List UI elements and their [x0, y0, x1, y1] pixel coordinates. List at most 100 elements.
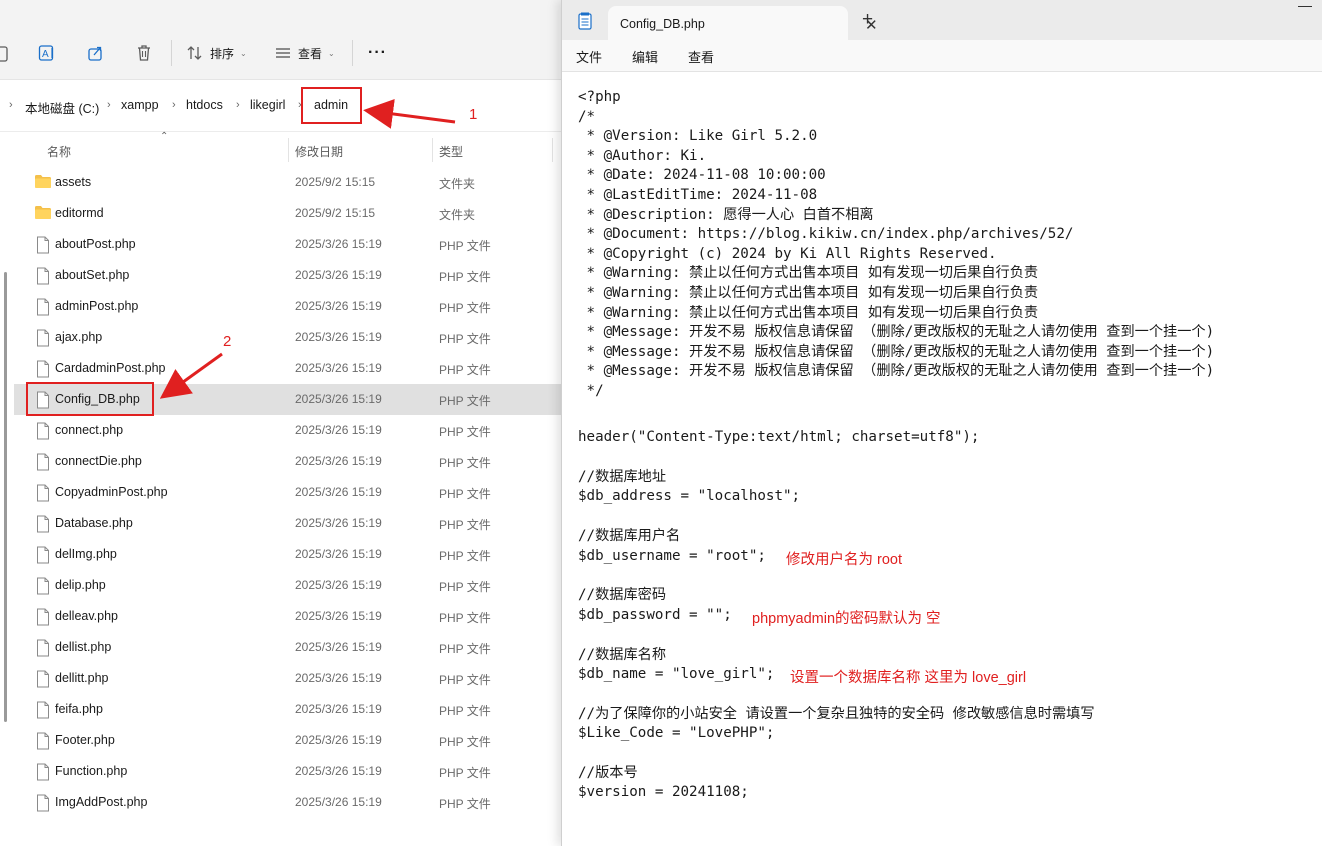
file-type: PHP 文件 [439, 239, 491, 253]
sort-icon [187, 46, 202, 60]
notepad-window: Config_DB.php ✕ + 文件 编辑 查看 <?php /* * @Ve… [561, 0, 1322, 846]
file-row[interactable]: delip.php 2025/3/26 15:19 PHP 文件 [14, 570, 562, 601]
menu-file[interactable]: 文件 [576, 47, 602, 66]
screen: A 排序 ⌄ 查看 ⌄ ··· › 本地磁盘 (C:) › xampp › ht… [0, 0, 1322, 846]
file-row[interactable]: delleav.php 2025/3/26 15:19 PHP 文件 [14, 601, 562, 632]
file-icon [36, 453, 50, 476]
file-modified: 2025/9/2 15:15 [295, 175, 376, 189]
file-name: aboutSet.php [55, 268, 130, 282]
code-comment: //数据库名称 [578, 647, 667, 663]
file-icon [36, 484, 50, 507]
tab-config-db[interactable]: Config_DB.php ✕ [608, 6, 878, 40]
column-divider[interactable] [552, 138, 553, 162]
file-row[interactable]: CardadminPost.php 2025/3/26 15:19 PHP 文件 [14, 353, 562, 384]
code-line: * @Version: Like Girl 5.2.0 [578, 128, 818, 145]
file-modified: 2025/3/26 15:19 [295, 423, 382, 437]
file-type: PHP 文件 [439, 301, 491, 315]
more-options-button[interactable]: ··· [368, 38, 387, 68]
breadcrumb-drive[interactable]: 本地磁盘 (C:) [25, 98, 99, 117]
file-name: Database.php [55, 516, 133, 530]
file-type: PHP 文件 [439, 487, 491, 501]
file-type: PHP 文件 [439, 518, 491, 532]
file-row[interactable]: aboutPost.php 2025/3/26 15:19 PHP 文件 [14, 229, 562, 260]
file-row[interactable]: dellist.php 2025/3/26 15:19 PHP 文件 [14, 632, 562, 663]
file-name: Function.php [55, 764, 128, 778]
breadcrumb-likegirl[interactable]: likegirl [250, 98, 285, 112]
share-button[interactable] [87, 38, 105, 68]
chevron-down-icon: ⌄ [240, 48, 247, 58]
file-modified: 2025/3/26 15:19 [295, 547, 382, 561]
new-tab-icon[interactable]: + [862, 9, 873, 31]
file-icon [36, 732, 50, 755]
text-editor[interactable]: <?php /* * @Version: Like Girl 5.2.0 * @A… [562, 72, 1322, 846]
file-icon [36, 515, 50, 538]
file-row[interactable]: Footer.php 2025/3/26 15:19 PHP 文件 [14, 725, 562, 756]
file-name: connectDie.php [55, 454, 142, 468]
file-row[interactable]: dellitt.php 2025/3/26 15:19 PHP 文件 [14, 663, 562, 694]
folder-icon [34, 205, 52, 225]
file-icon [36, 608, 50, 631]
file-row[interactable]: Database.php 2025/3/26 15:19 PHP 文件 [14, 508, 562, 539]
view-button[interactable]: 查看 ⌄ [274, 38, 335, 68]
code-line: * @Warning: 禁止以任何方式出售本项目 如有发现一切后果自行负责 [578, 265, 1039, 282]
chevron-right-icon: › [9, 99, 13, 111]
column-divider[interactable] [432, 138, 433, 162]
code-line: * @Message: 开发不易 版权信息请保留 （删除/更改版权的无耻之人请勿… [578, 363, 1215, 380]
step-number-2: 2 [223, 333, 232, 350]
column-name[interactable]: 名称 [47, 143, 71, 160]
file-type: PHP 文件 [439, 580, 491, 594]
chevron-right-icon: › [172, 99, 176, 111]
file-row[interactable]: CopyadminPost.php 2025/3/26 15:19 PHP 文件 [14, 477, 562, 508]
file-name: ajax.php [55, 330, 103, 344]
annotation-note-dbname: 设置一个数据库名称 这里为 love_girl [790, 670, 1027, 686]
file-type: PHP 文件 [439, 394, 491, 408]
file-name: dellitt.php [55, 671, 109, 685]
folder-icon [34, 174, 52, 194]
menu-bar [562, 40, 1322, 72]
code-line: $db_name = "love_girl"; [578, 666, 775, 682]
title-bar: Config_DB.php ✕ + [562, 0, 1322, 40]
view-label: 查看 [298, 46, 323, 61]
file-row[interactable]: Function.php 2025/3/26 15:19 PHP 文件 [14, 756, 562, 787]
chevron-right-icon: › [236, 99, 240, 111]
file-type: PHP 文件 [439, 797, 491, 811]
delete-button[interactable] [136, 38, 152, 68]
file-row[interactable]: feifa.php 2025/3/26 15:19 PHP 文件 [14, 694, 562, 725]
column-type[interactable]: 类型 [439, 143, 463, 160]
file-row[interactable]: assets 2025/9/2 15:15 文件夹 [14, 167, 562, 198]
menu-edit[interactable]: 编辑 [632, 47, 658, 66]
file-type: PHP 文件 [439, 704, 491, 718]
menu-view[interactable]: 查看 [688, 47, 714, 66]
column-divider[interactable] [288, 138, 289, 162]
file-row[interactable]: editormd 2025/9/2 15:15 文件夹 [14, 198, 562, 229]
file-modified: 2025/3/26 15:19 [295, 485, 382, 499]
file-modified: 2025/3/26 15:19 [295, 330, 382, 344]
column-modified[interactable]: 修改日期 [295, 143, 343, 160]
breadcrumb-xampp[interactable]: xampp [121, 98, 159, 112]
breadcrumb-htdocs[interactable]: htdocs [186, 98, 223, 112]
file-explorer-window: A 排序 ⌄ 查看 ⌄ ··· › 本地磁盘 (C:) › xampp › ht… [0, 0, 562, 846]
file-row[interactable]: connectDie.php 2025/3/26 15:19 PHP 文件 [14, 446, 562, 477]
file-modified: 2025/9/2 15:15 [295, 206, 376, 220]
file-modified: 2025/3/26 15:19 [295, 702, 382, 716]
paste-button[interactable] [0, 38, 10, 68]
minimize-icon[interactable] [1298, 6, 1312, 7]
highlight-box-admin [301, 87, 362, 124]
code-line: $version = 20241108; [578, 784, 749, 800]
file-icon [36, 422, 50, 445]
column-header-row [0, 132, 562, 164]
nav-scrollbar[interactable] [4, 272, 7, 722]
file-modified: 2025/3/26 15:19 [295, 609, 382, 623]
rename-button[interactable]: A [38, 38, 56, 68]
file-modified: 2025/3/26 15:19 [295, 237, 382, 251]
code-line: $db_password = ""; [578, 607, 732, 623]
file-row[interactable]: delImg.php 2025/3/26 15:19 PHP 文件 [14, 539, 562, 570]
file-row[interactable]: ajax.php 2025/3/26 15:19 PHP 文件 [14, 322, 562, 353]
file-row[interactable]: ImgAddPost.php 2025/3/26 15:19 PHP 文件 [14, 787, 562, 818]
sort-button[interactable]: 排序 ⌄ [186, 38, 247, 68]
file-row[interactable]: adminPost.php 2025/3/26 15:19 PHP 文件 [14, 291, 562, 322]
file-type: PHP 文件 [439, 270, 491, 284]
file-row[interactable]: connect.php 2025/3/26 15:19 PHP 文件 [14, 415, 562, 446]
file-icon [36, 701, 50, 724]
file-row[interactable]: aboutSet.php 2025/3/26 15:19 PHP 文件 [14, 260, 562, 291]
